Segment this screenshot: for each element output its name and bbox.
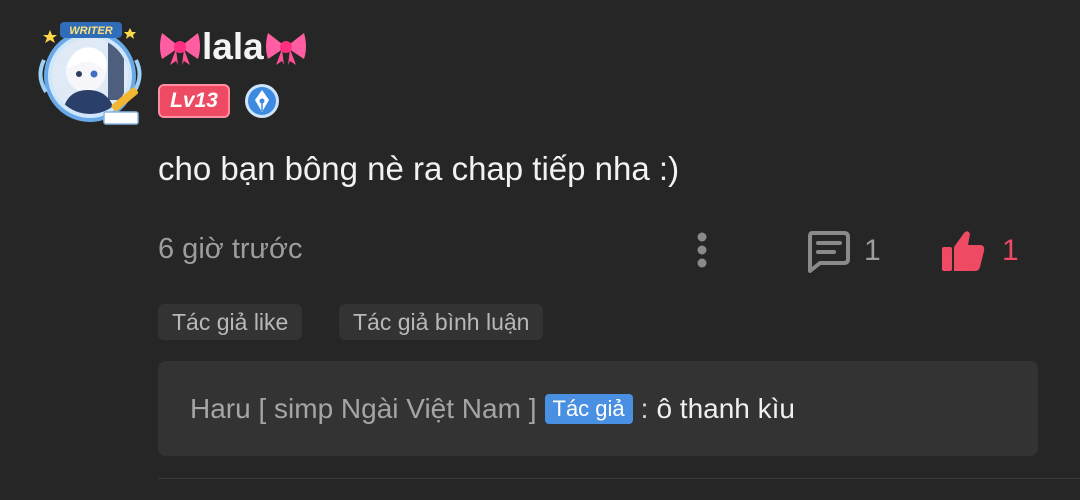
like-button[interactable]: 1 [940, 228, 1019, 274]
author-badge: Tác giả [544, 393, 633, 424]
pen-nib-rank-icon [245, 84, 279, 118]
user-avatar[interactable]: WRITER [34, 20, 146, 128]
pink-ribbon-bow-icon [160, 33, 200, 65]
author-replied-tag: Tác giả bình luận [339, 304, 544, 340]
username[interactable]: lala [158, 22, 308, 72]
username-text: lala [202, 26, 264, 67]
comment-text: cho bạn bông nè ra chap tiếp nha :) [158, 150, 680, 187]
like-count: 1 [1002, 234, 1019, 267]
more-vertical-icon[interactable] [690, 230, 714, 270]
svg-text:WRITER: WRITER [69, 25, 112, 37]
reply-separator: : [640, 392, 649, 424]
reply-button[interactable]: 1 [804, 228, 881, 274]
reply-text: ô thanh kìu [656, 392, 795, 424]
comment-card: WRITER lala Lv13 cho bạn bông nè ra chap… [0, 0, 1080, 500]
thumbs-up-icon [942, 231, 985, 271]
author-liked-tag: Tác giả like [158, 304, 303, 340]
comment-timestamp: 6 giờ trước [158, 233, 303, 265]
author-reply-preview[interactable]: Haru [ simp Ngài Việt Nam ] Tác giả : ô … [158, 361, 1038, 456]
pink-ribbon-bow-icon [265, 33, 306, 65]
divider [158, 478, 1080, 479]
level-badge: Lv13 [158, 84, 230, 118]
reply-count: 1 [864, 234, 881, 267]
reply-author-name: Haru [ simp Ngài Việt Nam ] [190, 392, 537, 424]
comment-icon [808, 231, 850, 273]
